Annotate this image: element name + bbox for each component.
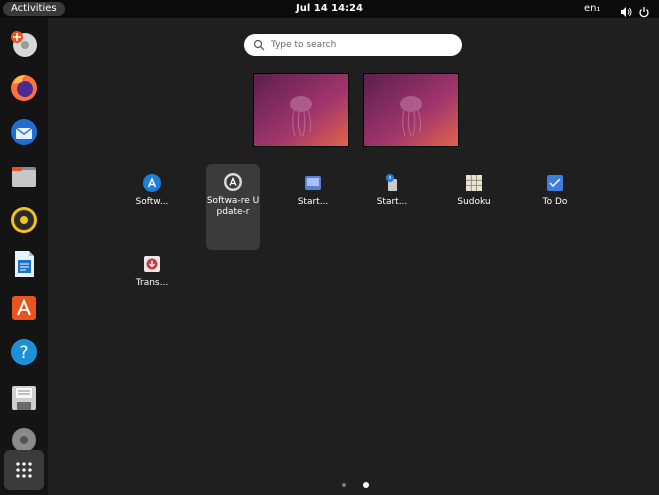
thunderbird-icon[interactable] <box>6 114 42 150</box>
language-indicator[interactable]: en₁ <box>584 3 601 15</box>
app-label: Sudoku <box>457 197 491 207</box>
save-icon[interactable] <box>6 380 42 416</box>
page-indicator-dot[interactable] <box>342 483 346 487</box>
app-todo[interactable]: To Do <box>528 165 582 208</box>
app-sudoku[interactable]: Sudoku <box>447 165 501 208</box>
app-label: Trans... <box>135 278 169 288</box>
app-center-icon[interactable] <box>6 290 42 326</box>
workspace-thumbnail[interactable] <box>363 73 459 147</box>
transmission-icon <box>142 254 162 274</box>
software-icon <box>142 173 162 193</box>
app-software-updater[interactable]: Softwa-re Update-r <box>206 164 260 250</box>
rhythmbox-icon[interactable] <box>6 202 42 238</box>
app-grid-view: Type to search Softw... Softwa-re Update… <box>48 18 659 495</box>
startup-disk-icon <box>303 173 323 193</box>
volume-icon[interactable] <box>620 3 632 17</box>
files-icon[interactable] <box>6 158 42 194</box>
app-label: To Do <box>542 197 568 207</box>
disk-icon[interactable] <box>6 26 42 62</box>
app-startup-apps[interactable]: Start... <box>365 165 419 208</box>
sudoku-icon <box>464 173 484 193</box>
app-software[interactable]: Softw... <box>125 165 179 208</box>
writer-icon[interactable] <box>6 246 42 282</box>
top-bar: Activities Jul 14 14:24 en₁ <box>0 0 659 18</box>
firefox-icon[interactable] <box>6 70 42 106</box>
app-label: Softw... <box>135 197 169 207</box>
startup-apps-icon <box>382 173 402 193</box>
software-updater-icon <box>223 172 243 192</box>
app-transmission[interactable]: Trans... <box>125 246 179 289</box>
search-placeholder: Type to search <box>271 40 337 50</box>
clock[interactable]: Jul 14 14:24 <box>0 3 659 15</box>
search-icon <box>253 39 265 51</box>
todo-icon <box>545 173 565 193</box>
svg-text:?: ? <box>19 343 28 363</box>
show-apps-icon[interactable] <box>4 450 44 490</box>
workspace-thumbnail[interactable] <box>253 73 349 147</box>
app-label: Start... <box>297 197 329 207</box>
dock: ? <box>0 18 48 495</box>
page-indicator-dot-active[interactable] <box>363 482 369 488</box>
help-icon[interactable]: ? <box>6 334 42 370</box>
app-startup-disk[interactable]: Start... <box>286 165 340 208</box>
power-icon[interactable] <box>638 3 650 18</box>
app-label: Softwa-re Update-r <box>206 196 260 217</box>
app-label: Start... <box>376 197 408 207</box>
search-input[interactable]: Type to search <box>244 34 462 56</box>
